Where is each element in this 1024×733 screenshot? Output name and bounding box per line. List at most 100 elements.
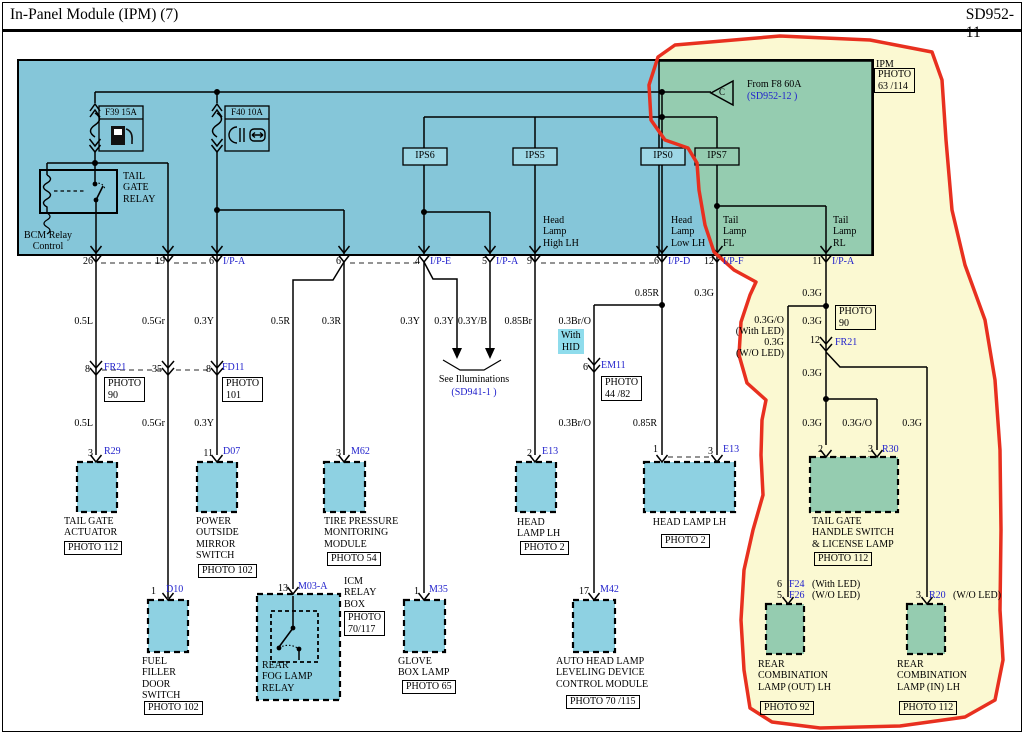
connector-photo-ref: PHOTO 90 — [104, 377, 145, 402]
wire-label: 0.3G/O — [754, 315, 784, 326]
connector-pin: 6 — [583, 362, 588, 373]
component-pin: 1 — [653, 444, 658, 455]
component-ref-m03a: M03-A — [298, 581, 327, 592]
bcm-relay-control-label: BCM Relay Control — [16, 230, 80, 253]
icm-relay-box-label: ICM RELAY BOX — [344, 576, 376, 610]
wire-label: 0.5L — [74, 316, 93, 327]
wire-label: 0.3G — [764, 337, 784, 348]
pin-6d: 6 — [654, 256, 659, 267]
wire-label: 0.3G — [902, 418, 922, 429]
fuse-f40-label: F40 10A — [225, 107, 269, 117]
component-ref-d10: D10 — [166, 584, 183, 595]
pin-5: 5 — [482, 256, 487, 267]
wire-label: 0.3Y/B — [458, 316, 487, 327]
component-ref-r29: R29 — [104, 446, 121, 457]
component-photo-ref: PHOTO 70/117 — [344, 611, 385, 636]
feed-from-label: From F8 60A — [747, 79, 801, 90]
component-photo-ref: PHOTO 102 — [144, 701, 203, 715]
illum-arrow-1 — [452, 348, 462, 359]
see-illuminations-ref: (SD941-1 ) — [428, 387, 520, 398]
pin-6b: 6 — [336, 256, 341, 267]
component-name: REAR COMBINATION LAMP (IN) LH — [897, 659, 967, 693]
component-ref-f26: F26 — [789, 590, 805, 601]
component-photo-ref: PHOTO 70 /115 — [566, 695, 640, 709]
component-pin: 3 — [336, 448, 341, 459]
triangle-letter: C — [719, 87, 725, 97]
wire-label: 0.5R — [271, 316, 290, 327]
component-ref-r20: R20 — [929, 590, 946, 601]
component-photo-ref: PHOTO 112 — [814, 552, 872, 566]
wire-label-note: (With LED) — [736, 326, 784, 337]
head-lamp-low-label: Head Lamp Low LH — [671, 215, 705, 249]
pin-6a-ref: I/P-A — [223, 256, 245, 267]
component-pin: 3 — [868, 444, 873, 455]
illum-arrow-2 — [485, 348, 495, 359]
component-pin: 5 — [777, 590, 782, 601]
wire-label: 0.5Gr — [142, 316, 165, 327]
pin-4: 4 — [415, 256, 420, 267]
connector-pin: 12 — [810, 335, 820, 346]
tail-lamp-fl-label: Tail Lamp FL — [723, 215, 746, 249]
wire-label: 0.5Gr — [142, 418, 165, 429]
component-photo-ref: PHOTO 102 — [198, 564, 257, 578]
component-name: HEAD LAMP LH — [517, 517, 560, 540]
ipm-photo-ref: PHOTO 63 /114 — [874, 68, 915, 93]
component-photo-ref: PHOTO 112 — [64, 541, 122, 555]
connector-pin: 8 — [85, 364, 90, 375]
connector-pin: 8 — [206, 364, 211, 375]
connector-ref-fr21: FR21 — [104, 362, 126, 373]
wire-label-note: (W/O LED) — [736, 348, 784, 359]
component-pin: 13 — [278, 583, 288, 594]
pin-11: 11 — [812, 256, 822, 267]
component-pin: 17 — [579, 586, 589, 597]
component-pin: 2 — [527, 448, 532, 459]
component-name: FUEL FILLER DOOR SWITCH — [142, 656, 180, 702]
wire-label: 0.3Br/O — [559, 316, 592, 327]
wire-label: 0.85R — [633, 418, 657, 429]
pin-6a: 6 — [209, 256, 214, 267]
component-ref-e13b: E13 — [723, 444, 739, 455]
pin-4-ref: I/P-E — [430, 256, 451, 267]
wire-label: 0.3Y — [194, 316, 214, 327]
pin-12: 12 — [704, 256, 714, 267]
wire-label: 0.3G/O — [842, 418, 872, 429]
component-ref-m62: M62 — [351, 446, 370, 457]
component-name: HEAD LAMP LH — [644, 517, 735, 528]
component-pin-note: (W/O LED) — [953, 590, 1001, 601]
wire-label: 0.3R — [322, 316, 341, 327]
component-pin: 3 — [88, 448, 93, 459]
component-ref-m42: M42 — [600, 584, 619, 595]
component-photo-ref: PHOTO 92 — [760, 701, 814, 715]
pin-11-ref: I/P-A — [832, 256, 854, 267]
component-name: TAIL GATE HANDLE SWITCH & LICENSE LAMP — [812, 516, 894, 550]
ips5-label: IPS5 — [513, 150, 557, 161]
inline-connectors — [90, 337, 832, 375]
component-pin: 2 — [818, 444, 823, 455]
pin-19: 19 — [155, 256, 165, 267]
component-pin: 1 — [151, 586, 156, 597]
wire-label: 0.3Y — [434, 316, 454, 327]
component-photo-ref: PHOTO 2 — [520, 541, 569, 555]
see-illuminations-note: See Illuminations — [428, 374, 520, 385]
pin-12-ref: I/P-F — [723, 256, 744, 267]
component-pin: 3 — [916, 590, 921, 601]
connector-photo-ref: PHOTO 90 — [835, 305, 876, 330]
wire-label: 0.3Y — [194, 418, 214, 429]
wire-label: 0.3Br/O — [559, 418, 592, 429]
component-name: AUTO HEAD LAMP LEVELING DEVICE CONTROL M… — [556, 656, 648, 690]
tail-lamp-rl-label: Tail Lamp RL — [833, 215, 856, 249]
head-lamp-high-label: Head Lamp High LH — [543, 215, 579, 249]
pin-26: 26 — [83, 256, 93, 267]
ips7-label: IPS7 — [695, 150, 739, 161]
component-photo-ref: PHOTO 65 — [402, 680, 456, 694]
wire-label: 0.3G — [802, 288, 822, 299]
wire-label: 0.3G — [802, 418, 822, 429]
connector-pin: 35 — [152, 364, 162, 375]
component-photo-ref: PHOTO 112 — [899, 701, 957, 715]
pin-6d-ref: I/P-D — [668, 256, 690, 267]
component-pin-note: (With LED) — [812, 579, 860, 590]
ips0-label: IPS0 — [641, 150, 685, 161]
connector-ref-em11: EM11 — [601, 360, 626, 371]
wire-label: 0.3Y — [400, 316, 420, 327]
component-ref-f24: F24 — [789, 579, 805, 590]
